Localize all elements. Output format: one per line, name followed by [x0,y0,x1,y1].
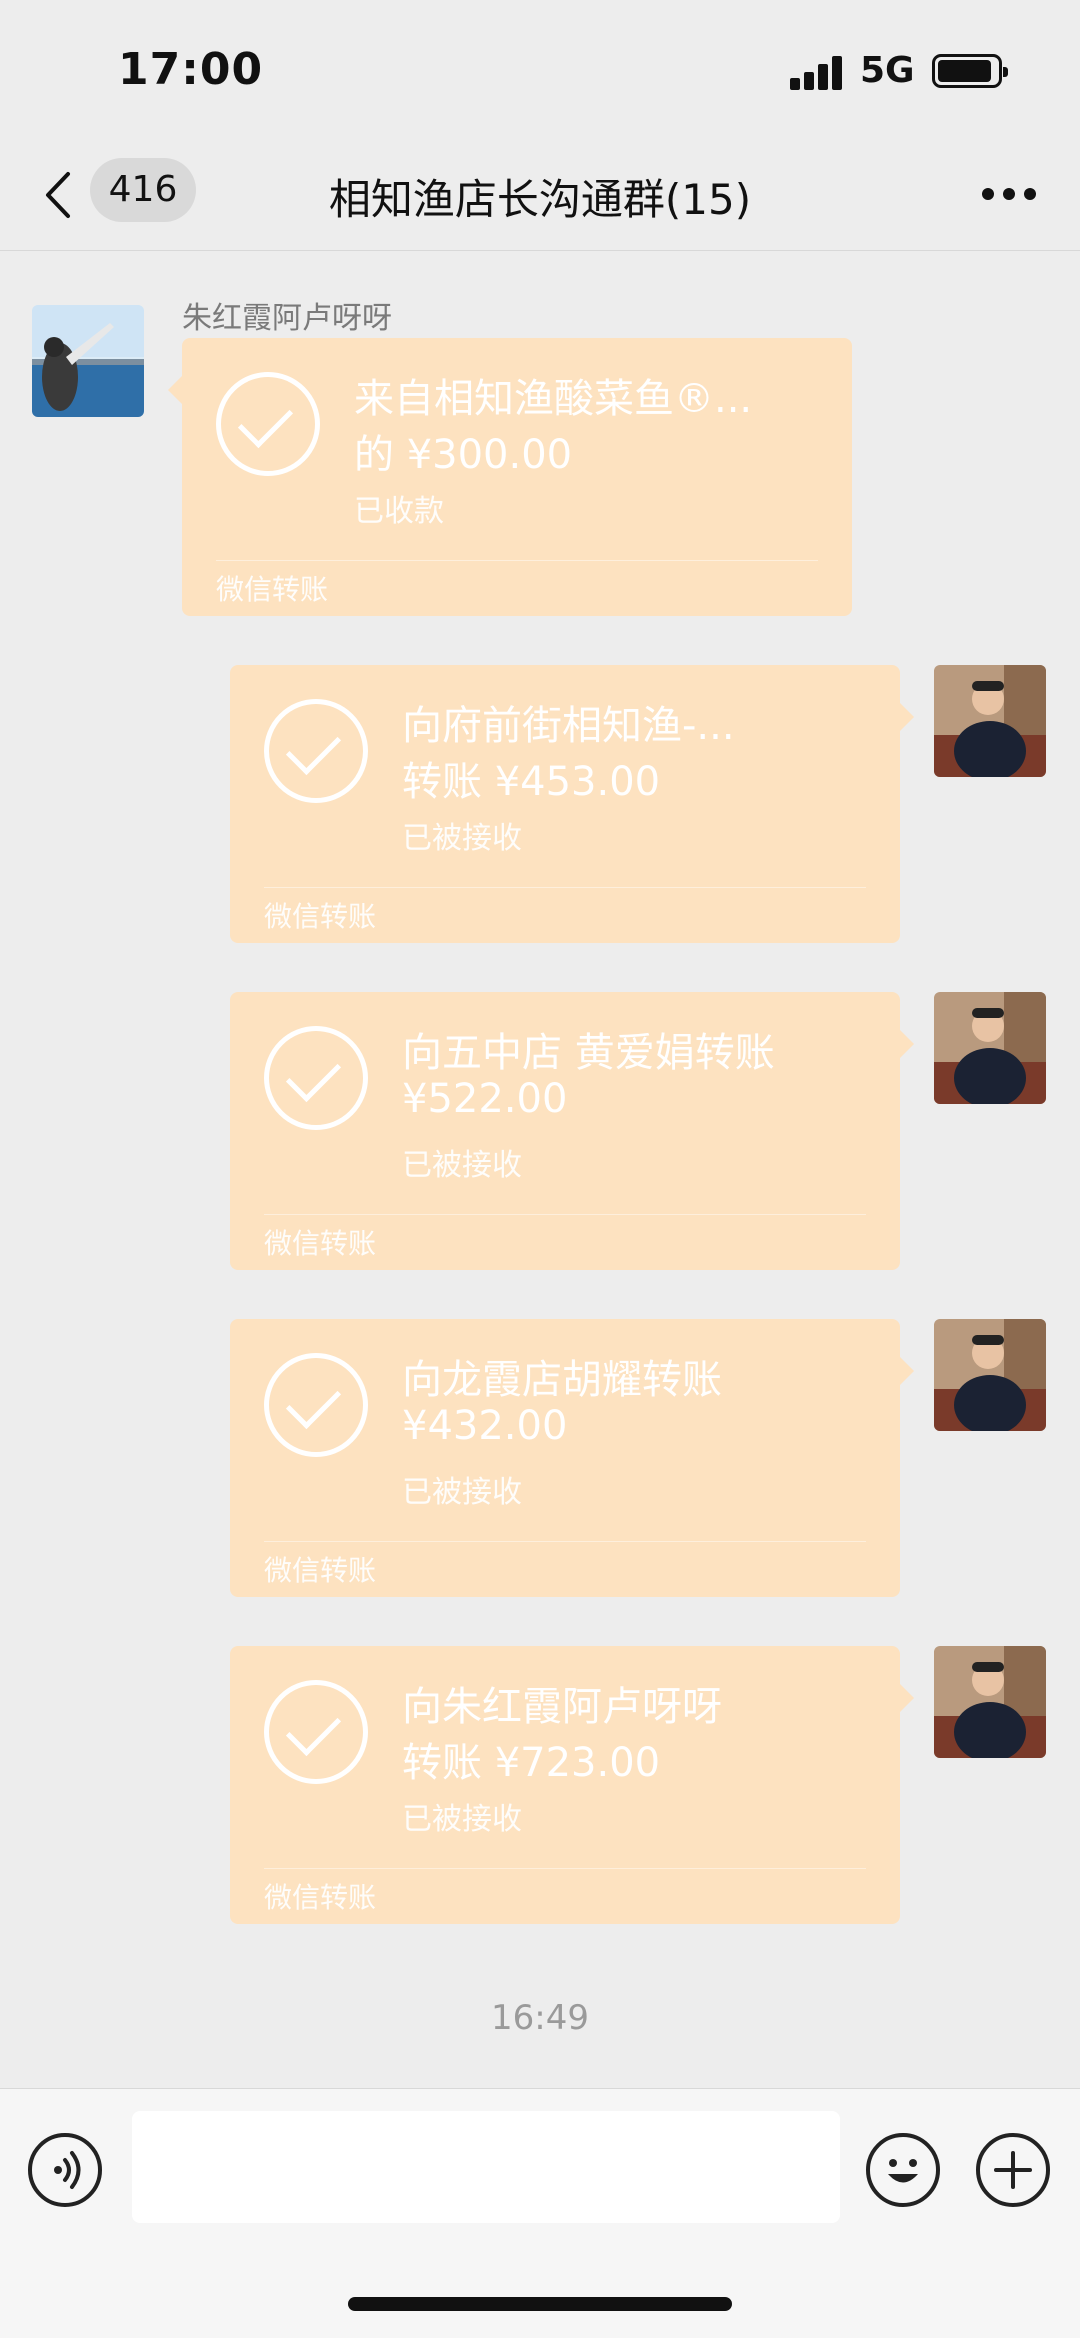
transfer-title: 向朱红霞阿卢呀呀 [402,1684,722,1730]
transfer-status: 已被接收 [402,1148,522,1183]
transfer-card[interactable]: 向府前街相知渔-... 转账 ¥453.00 已被接收 微信转账 [230,665,914,943]
transfer-amount: ¥522.00 [402,1076,568,1122]
transfer-amount: 转账 ¥723.00 [402,1740,661,1786]
transfer-amount: 的 ¥300.00 [354,432,573,478]
transfer-title: 向五中店 黄爱娟转账 [402,1030,775,1076]
battery-icon [932,54,1008,88]
message-input[interactable] [132,2111,840,2223]
transfer-card[interactable]: 向龙霞店胡耀转账 ¥432.00 已被接收 微信转账 [230,1319,914,1597]
transfer-title: 来自相知渔酸菜鱼®... [354,376,753,422]
transfer-card[interactable]: 向朱红霞阿卢呀呀 转账 ¥723.00 已被接收 微信转账 [230,1646,914,1924]
my-avatar[interactable] [934,1646,1046,1758]
transfer-label: 微信转账 [264,1554,377,1587]
card-divider [264,1214,866,1215]
transfer-status: 已被接收 [402,1802,522,1837]
transfer-status: 已被接收 [402,821,522,856]
more-icon[interactable] [982,188,1036,202]
my-avatar[interactable] [934,992,1046,1104]
sender-name: 朱红霞阿卢呀呀 [182,301,392,336]
transfer-amount: 转账 ¥453.00 [402,759,661,805]
sender-avatar[interactable] [32,305,144,417]
status-bar: 17:00 5G [0,0,1080,140]
transfer-title: 向龙霞店胡耀转账 [402,1357,722,1403]
check-circle-icon [264,699,368,803]
my-avatar[interactable] [934,1319,1046,1431]
card-divider [264,1868,866,1869]
check-circle-icon [264,1026,368,1130]
transfer-amount: ¥432.00 [402,1403,568,1449]
transfer-label: 微信转账 [264,1881,377,1914]
check-circle-icon [264,1680,368,1784]
check-circle-icon [216,372,320,476]
transfer-card[interactable]: 向五中店 黄爱娟转账 ¥522.00 已被接收 微信转账 [230,992,914,1270]
network-label: 5G [860,50,915,91]
home-indicator[interactable] [348,2297,732,2311]
emoji-icon[interactable] [866,2133,940,2207]
transfer-status: 已收款 [354,494,444,529]
transfer-card[interactable]: 来自相知渔酸菜鱼®... 的 ¥300.00 已收款 微信转账 [168,338,852,616]
transfer-label: 微信转账 [264,900,377,933]
chat-title: 相知渔店长沟通群(15) [328,175,752,224]
transfer-status: 已被接收 [402,1475,522,1510]
chat-header: 416 相知渔店长沟通群(15) [0,140,1080,251]
chat-timestamp: 16:49 [491,1998,589,2038]
transfer-label: 微信转账 [264,1227,377,1260]
transfer-label: 微信转账 [216,573,329,606]
signal-icon [790,56,846,90]
check-circle-icon [264,1353,368,1457]
my-avatar[interactable] [934,665,1046,777]
card-divider [216,560,818,561]
voice-icon[interactable] [28,2133,102,2207]
status-time: 17:00 [118,44,264,95]
card-divider [264,887,866,888]
transfer-title: 向府前街相知渔-... [402,703,735,749]
plus-icon[interactable] [976,2133,1050,2207]
card-divider [264,1541,866,1542]
